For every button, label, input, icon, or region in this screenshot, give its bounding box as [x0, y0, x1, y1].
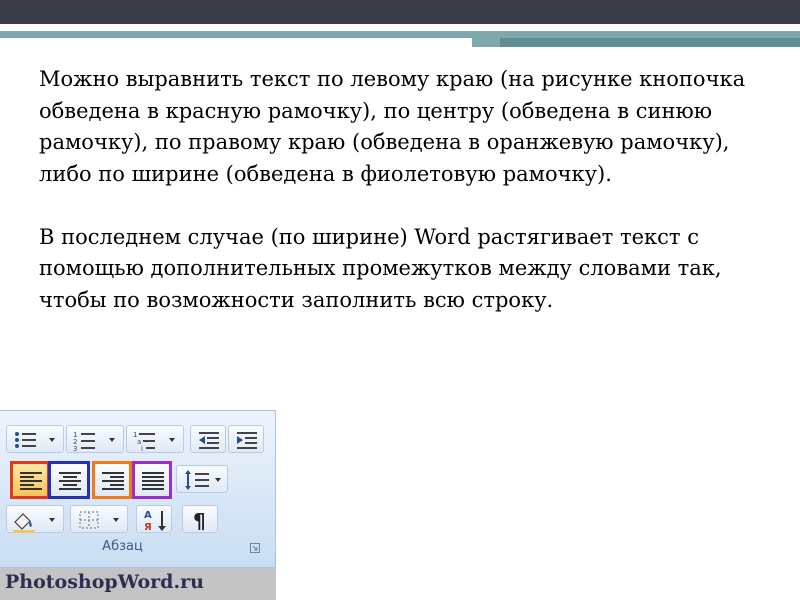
banner-teal-step	[472, 31, 501, 47]
decrease-indent-button[interactable]	[190, 425, 226, 453]
svg-text:3: 3	[73, 445, 77, 453]
pilcrow-icon: ¶	[193, 509, 206, 533]
ribbon-paragraph-group: 1 2 3 1 a i А Я ¶ Абзац PhotoshopWord.ru	[0, 410, 276, 600]
svg-text:¶: ¶	[193, 509, 206, 533]
multilevel-list-button[interactable]: 1 a i	[126, 425, 184, 453]
sort-button[interactable]: А Я	[136, 505, 172, 533]
svg-text:А: А	[144, 510, 152, 521]
increase-indent-button[interactable]	[228, 425, 264, 453]
slide-body: Можно выравнить текст по левому краю (на…	[39, 64, 769, 316]
banner-light-strip	[0, 31, 800, 38]
line-spacing-button[interactable]	[176, 465, 228, 493]
svg-text:Я: Я	[144, 522, 152, 533]
sort-icon: А Я	[144, 510, 166, 533]
numbering-icon: 1 2 3	[73, 431, 115, 453]
ribbon-frame: 1 2 3 1 a i А Я ¶ Абзац	[0, 410, 276, 568]
paragraph-justify: В последнем случае (по ширине) Word раст…	[39, 224, 722, 312]
group-label: Абзац	[102, 539, 143, 554]
shading-button[interactable]	[6, 505, 64, 533]
align-center-outline	[48, 461, 90, 499]
borders-icon	[79, 511, 119, 529]
banner-dark-strip	[0, 0, 800, 24]
bullets-button[interactable]	[6, 425, 64, 453]
bullets-icon	[15, 432, 55, 448]
decrease-indent-icon	[199, 432, 219, 449]
pilcrow-button[interactable]: ¶	[182, 505, 218, 533]
watermark-text: PhotoshopWord.ru	[5, 571, 204, 593]
banner-teal-strip	[500, 38, 800, 47]
align-right-outline	[92, 461, 132, 499]
shading-icon	[13, 513, 55, 533]
borders-button[interactable]	[70, 505, 128, 533]
slide-banner	[0, 0, 800, 47]
numbering-button[interactable]: 1 2 3	[66, 425, 124, 453]
dialog-launcher-icon[interactable]	[250, 543, 260, 553]
svg-text:i: i	[141, 445, 143, 453]
watermark-bar: PhotoshopWord.ru	[0, 568, 276, 600]
increase-indent-icon	[237, 432, 257, 449]
line-spacing-icon	[185, 470, 221, 490]
multilevel-list-icon: 1 a i	[133, 431, 175, 453]
justify-outline	[132, 461, 172, 499]
align-left-outline	[10, 461, 50, 499]
paragraph-alignment: Можно выравнить текст по левому краю (на…	[39, 67, 746, 186]
